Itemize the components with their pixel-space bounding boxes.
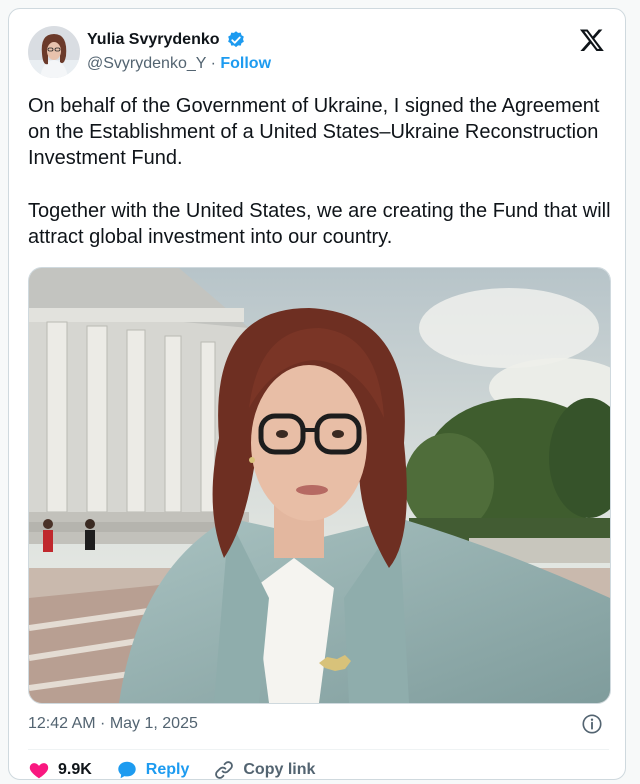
heart-icon: [29, 763, 49, 779]
tweet-paragraph: Together with the United States, we are …: [28, 200, 611, 248]
reply-label: Reply: [145, 761, 190, 778]
copy-link-label: Copy link: [243, 761, 316, 778]
tweet-text: On behalf of the Government of Ukraine, …: [28, 93, 618, 277]
speech-bubble-icon: [118, 761, 136, 779]
like-button[interactable]: 9.9K: [28, 759, 92, 779]
tweet-photo[interactable]: [28, 267, 611, 704]
action-bar: 9.9K Reply Copy link: [28, 759, 339, 779]
author-name[interactable]: Yulia Svyrydenko: [87, 31, 220, 49]
info-icon[interactable]: [581, 713, 603, 735]
separator-dot: ·: [210, 55, 216, 72]
author-handle-row: @Svyrydenko_Y · Follow: [87, 55, 271, 73]
author-handle[interactable]: @Svyrydenko_Y: [87, 55, 206, 72]
reply-button[interactable]: Reply: [116, 759, 190, 779]
follow-button[interactable]: Follow: [220, 55, 271, 72]
tweet-timestamp[interactable]: 12:42 AM · May 1, 2025: [28, 715, 198, 733]
x-logo-icon[interactable]: [579, 27, 605, 53]
author-name-row: Yulia Svyrydenko: [87, 30, 246, 50]
verified-badge-icon: [227, 31, 244, 48]
tweet-card: Yulia Svyrydenko @Svyrydenko_Y · Follow …: [8, 8, 626, 780]
divider: [28, 749, 609, 750]
tweet-paragraph: On behalf of the Government of Ukraine, …: [28, 95, 600, 169]
link-icon: [215, 761, 234, 779]
like-count: 9.9K: [58, 761, 92, 778]
copy-link-button[interactable]: Copy link: [213, 759, 316, 779]
avatar[interactable]: [28, 26, 80, 78]
